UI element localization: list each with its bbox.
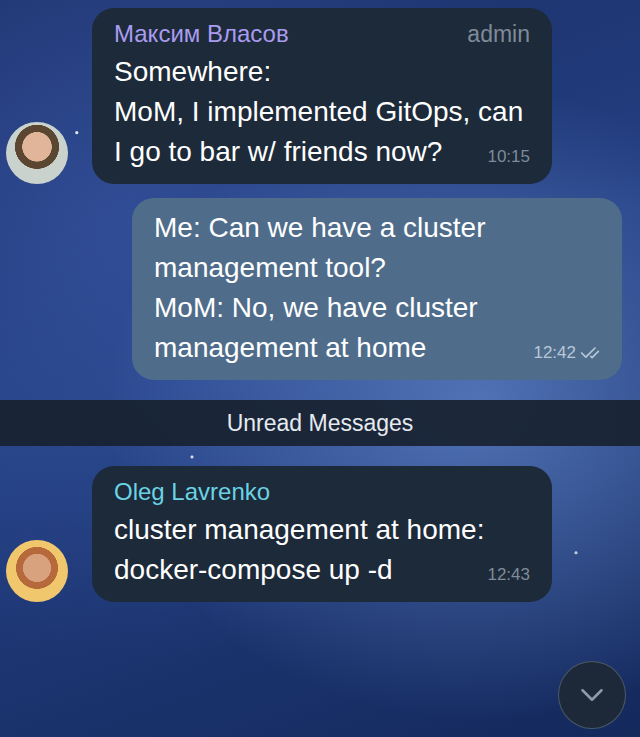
- incoming-message: Oleg Lavrenkocluster management at home:…: [0, 466, 640, 602]
- message-text: cluster management at home: docker-compo…: [114, 510, 530, 590]
- message-feed: Максим Власов adminSomewhere: MoM, I impl…: [0, 0, 640, 602]
- message-bubble[interactable]: Максим Власов adminSomewhere: MoM, I impl…: [92, 8, 552, 184]
- message-header: Максим Власов admin: [114, 18, 530, 50]
- author-role: admin: [467, 18, 530, 50]
- user-avatar[interactable]: [6, 122, 68, 184]
- message-header: Oleg Lavrenko: [114, 476, 530, 508]
- message-text: Somewhere: MoM, I implemented GitOps, ca…: [114, 52, 530, 172]
- message-time: 12:42: [533, 342, 600, 364]
- author-name[interactable]: Oleg Lavrenko: [114, 476, 270, 508]
- message-bubble[interactable]: Me: Can we have a cluster management too…: [132, 198, 622, 380]
- message-text: Me: Can we have a cluster management too…: [154, 208, 600, 368]
- user-avatar[interactable]: [6, 540, 68, 602]
- chat-screen: Максим Власов adminSomewhere: MoM, I impl…: [0, 0, 640, 737]
- message-time: 12:43: [487, 564, 530, 586]
- author-name[interactable]: Максим Власов: [114, 18, 289, 50]
- chevron-down-icon: [573, 676, 611, 714]
- message-bubble[interactable]: Oleg Lavrenkocluster management at home:…: [92, 466, 552, 602]
- read-check-icon: [580, 343, 600, 363]
- scroll-down-button[interactable]: [558, 661, 626, 729]
- incoming-message: Максим Власов adminSomewhere: MoM, I impl…: [0, 8, 640, 184]
- message-time: 10:15: [487, 146, 530, 168]
- unread-divider: Unread Messages: [0, 400, 640, 446]
- outgoing-message: Me: Can we have a cluster management too…: [0, 198, 640, 380]
